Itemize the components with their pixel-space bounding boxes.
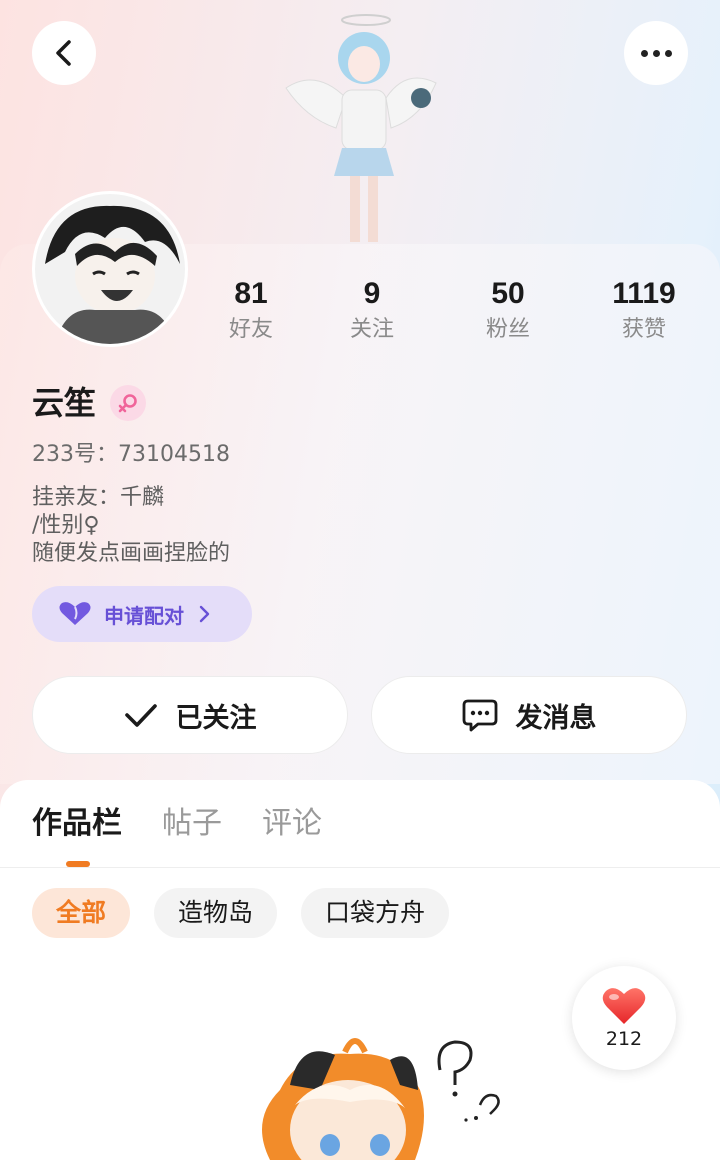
like-button[interactable]: 212 bbox=[572, 966, 676, 1070]
stat-label: 粉丝 bbox=[485, 317, 530, 342]
more-options-button[interactable] bbox=[624, 21, 688, 85]
check-icon bbox=[124, 704, 157, 727]
stat-value: 50 bbox=[491, 277, 525, 310]
divider bbox=[0, 867, 720, 868]
bio-line: /性别♀ bbox=[32, 513, 100, 538]
filter-chip-creation-island[interactable]: 造物岛 bbox=[154, 888, 278, 938]
username: 云笙 bbox=[32, 384, 97, 422]
profile-page: 81 好友 9 关注 50 粉丝 1119 获赞 云笙 233号：7310451… bbox=[0, 0, 720, 1160]
heart-icon bbox=[59, 602, 91, 625]
followed-button[interactable]: 已关注 bbox=[32, 676, 348, 754]
stat-label: 关注 bbox=[349, 317, 394, 342]
gender-badge bbox=[110, 385, 147, 421]
stat-friends[interactable]: 81 好友 bbox=[191, 276, 311, 344]
tab-comments[interactable]: 评论 bbox=[262, 802, 322, 846]
profile-stats: 81 好友 9 关注 50 粉丝 1119 获赞 bbox=[190, 276, 720, 356]
apply-pair-button[interactable]: 申请配对 bbox=[32, 586, 252, 642]
user-id: 233号：73104518 bbox=[32, 442, 230, 467]
female-icon bbox=[118, 394, 137, 413]
bio: 挂亲友：千麟 /性别♀ 随便发点画画捏脸的 bbox=[32, 484, 230, 568]
avatar[interactable] bbox=[32, 191, 188, 347]
stat-following[interactable]: 9 关注 bbox=[312, 276, 432, 344]
avatar-image bbox=[35, 194, 185, 344]
send-message-label: 发消息 bbox=[515, 702, 597, 734]
send-message-button[interactable]: 发消息 bbox=[371, 676, 687, 754]
bio-line: 挂亲友：千麟 bbox=[32, 485, 165, 510]
filter-chip-pocket-ark[interactable]: 口袋方舟 bbox=[301, 888, 450, 938]
more-horizontal-icon bbox=[640, 49, 672, 57]
filter-chip-all[interactable]: 全部 bbox=[32, 888, 131, 938]
bio-line: 随便发点画画捏脸的 bbox=[32, 541, 231, 566]
followed-label: 已关注 bbox=[175, 702, 257, 734]
chat-bubble-icon bbox=[462, 699, 497, 732]
stat-label: 好友 bbox=[228, 317, 273, 342]
content-tabs: 作品栏 帖子 评论 bbox=[32, 802, 322, 846]
stat-value: 81 bbox=[234, 277, 268, 310]
stat-value: 1119 bbox=[612, 277, 676, 310]
heart-filled-icon bbox=[602, 988, 646, 1024]
back-button[interactable] bbox=[32, 21, 96, 85]
tab-works[interactable]: 作品栏 bbox=[32, 802, 122, 846]
chevron-left-icon bbox=[56, 40, 71, 66]
name-row: 云笙 bbox=[32, 382, 147, 424]
tab-posts[interactable]: 帖子 bbox=[162, 802, 222, 846]
stat-likes[interactable]: 1119 获赞 bbox=[584, 276, 704, 344]
apply-pair-label: 申请配对 bbox=[104, 603, 184, 628]
filter-chips: 全部 造物岛 口袋方舟 bbox=[32, 888, 450, 938]
stat-value: 9 bbox=[363, 277, 381, 310]
chevron-right-icon bbox=[199, 605, 210, 623]
empty-state-mascot-image bbox=[262, 1038, 500, 1160]
stat-label: 获赞 bbox=[621, 317, 666, 342]
profile-3d-character-image bbox=[285, 14, 437, 242]
like-count: 212 bbox=[605, 1028, 643, 1050]
stat-fans[interactable]: 50 粉丝 bbox=[448, 276, 568, 344]
